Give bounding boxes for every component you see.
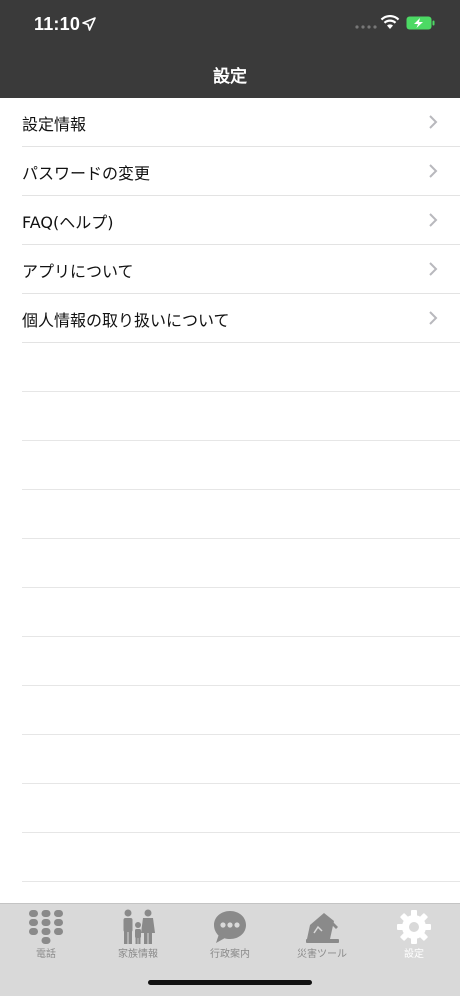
empty-row	[22, 392, 460, 441]
menu-item-about-app[interactable]: アプリについて	[22, 245, 460, 294]
menu-item-label: パスワードの変更	[22, 164, 151, 183]
empty-row	[22, 637, 460, 686]
empty-row	[22, 490, 460, 539]
chevron-right-icon	[429, 213, 438, 227]
chevron-right-icon	[429, 164, 438, 178]
empty-row	[22, 833, 460, 882]
navigation-header: 11:10 設定	[0, 0, 460, 98]
tab-label: 家族情報	[118, 949, 158, 960]
tab-label: 設定	[404, 949, 424, 960]
menu-item-settings-info[interactable]: 設定情報	[22, 98, 460, 147]
menu-item-label: FAQ(ヘルプ)	[22, 213, 114, 232]
empty-row	[22, 784, 460, 833]
menu-item-label: アプリについて	[22, 262, 134, 281]
cellular-signal-icon	[355, 25, 377, 29]
tab-family-info[interactable]: 家族情報	[92, 904, 184, 964]
empty-row	[22, 686, 460, 735]
status-time: 11:10	[34, 14, 81, 34]
keypad-icon	[29, 910, 63, 944]
wifi-icon	[380, 15, 400, 29]
empty-row	[22, 441, 460, 490]
tab-label: 電話	[36, 949, 56, 960]
family-icon	[123, 909, 155, 944]
menu-item-label: 個人情報の取り扱いについて	[22, 311, 230, 330]
menu-item-privacy-policy[interactable]: 個人情報の取り扱いについて	[22, 294, 460, 343]
page-title: 設定	[213, 67, 247, 87]
settings-list: 設定情報 パスワードの変更 FAQ(ヘルプ) アプリについて 個人情報の取り扱い…	[0, 98, 460, 882]
chevron-right-icon	[429, 115, 438, 129]
empty-row	[22, 343, 460, 392]
empty-row	[22, 735, 460, 784]
tab-phone[interactable]: 電話	[0, 904, 92, 964]
battery-charging-icon	[406, 16, 435, 30]
tab-label: 行政案内	[210, 949, 250, 960]
empty-row	[22, 539, 460, 588]
chevron-right-icon	[429, 262, 438, 276]
menu-item-label: 設定情報	[22, 115, 87, 134]
chevron-right-icon	[429, 311, 438, 325]
tab-government-guide[interactable]: 行政案内	[184, 904, 276, 964]
tab-label: 災害ツール	[297, 949, 347, 960]
menu-item-change-password[interactable]: パスワードの変更	[22, 147, 460, 196]
empty-row	[22, 588, 460, 637]
tab-disaster-tools[interactable]: 災害ツール	[276, 904, 368, 964]
collapsed-house-icon	[306, 913, 339, 943]
menu-item-faq[interactable]: FAQ(ヘルプ)	[22, 196, 460, 245]
home-indicator[interactable]	[148, 980, 312, 985]
gear-icon	[397, 910, 431, 944]
location-arrow-icon	[82, 17, 96, 31]
tab-settings[interactable]: 設定	[368, 904, 460, 964]
speech-bubble-icon	[214, 911, 246, 943]
